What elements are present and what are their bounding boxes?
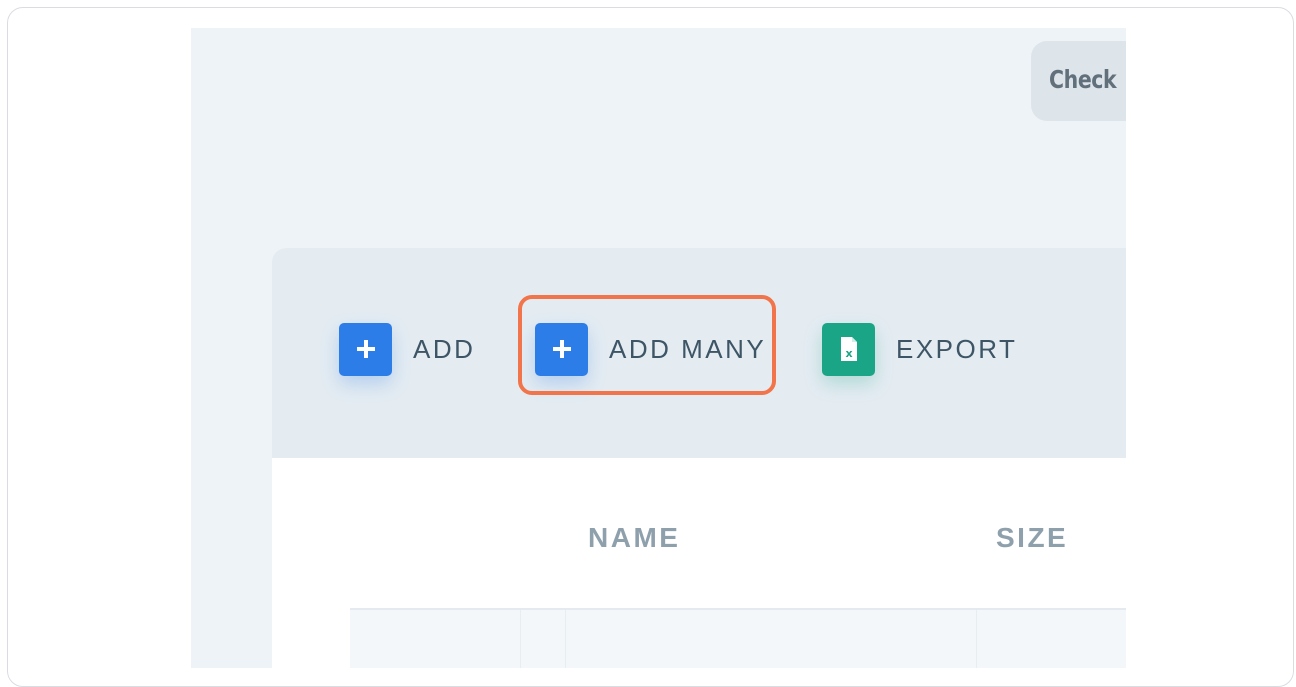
column-header-size[interactable]: SIZE — [996, 522, 1068, 554]
table-header: NAME SIZE — [272, 458, 1126, 608]
export-button[interactable]: x EXPORT — [822, 322, 1017, 376]
app-viewport: Check ADD ADD MANY x EXPORT NAME SIZE — [191, 28, 1126, 668]
svg-text:x: x — [845, 347, 852, 360]
add-button-label: ADD — [413, 333, 476, 364]
excel-file-icon: x — [822, 322, 875, 376]
column-divider — [520, 610, 521, 668]
column-divider — [976, 610, 977, 668]
add-button[interactable]: ADD — [339, 322, 475, 376]
plus-icon — [339, 322, 392, 376]
screenshot-frame: Check ADD ADD MANY x EXPORT NAME SIZE — [7, 7, 1294, 687]
toolbar: ADD ADD MANY x EXPORT — [272, 248, 1126, 458]
column-header-name[interactable]: NAME — [588, 522, 680, 554]
check-button[interactable]: Check — [1031, 41, 1126, 121]
table-row[interactable] — [350, 608, 1126, 668]
add-many-button[interactable]: ADD MANY — [535, 322, 766, 376]
export-button-label: EXPORT — [896, 333, 1018, 364]
data-panel: ADD ADD MANY x EXPORT NAME SIZE — [272, 248, 1126, 668]
check-button-label: Check — [1049, 65, 1117, 94]
add-many-button-label: ADD MANY — [609, 333, 767, 364]
plus-icon — [535, 322, 588, 376]
column-divider — [565, 610, 566, 668]
